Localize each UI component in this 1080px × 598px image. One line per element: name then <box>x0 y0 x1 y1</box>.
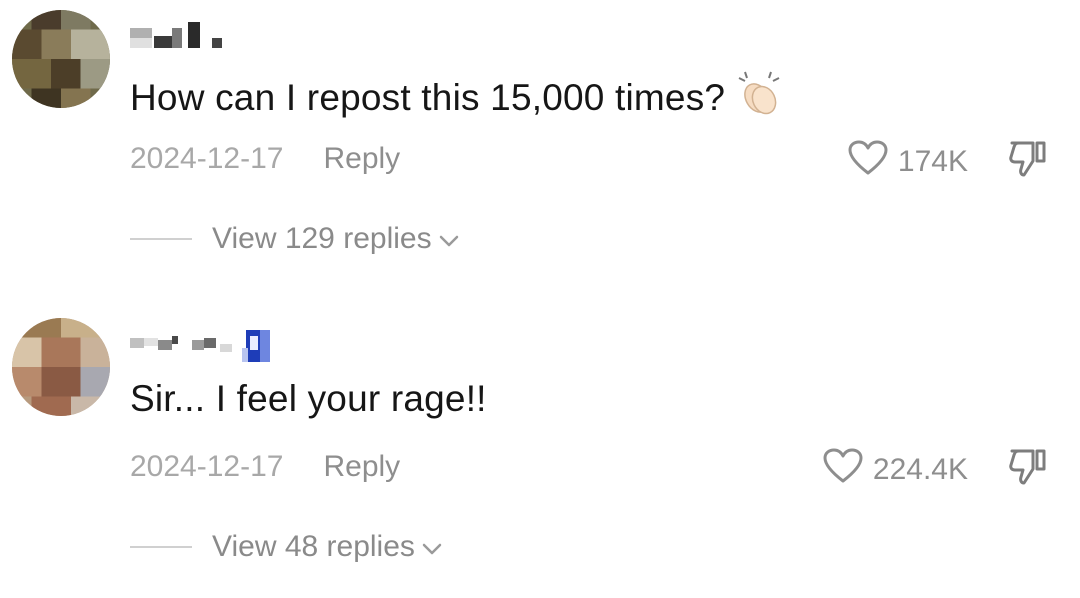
avatar[interactable] <box>12 10 110 108</box>
pixelated-username <box>130 330 270 362</box>
comment-meta: 2024-12-17 Reply <box>130 450 400 484</box>
view-replies-label: View 129 replies <box>212 222 432 255</box>
comment-meta: 2024-12-17 Reply <box>130 142 400 176</box>
pixelated-avatar-image <box>12 10 110 108</box>
avatar[interactable] <box>12 318 110 416</box>
like-button[interactable]: 224.4K <box>823 448 968 492</box>
view-replies-label: View 48 replies <box>212 530 415 563</box>
dislike-button[interactable] <box>1006 447 1050 492</box>
comment-item: Sir... I feel your rage!! 2024-12-17 Repl… <box>0 308 1080 598</box>
divider-line <box>130 546 192 548</box>
thumbs-down-icon <box>1006 141 1050 183</box>
chevron-down-icon <box>421 530 443 564</box>
heart-outline-icon <box>848 140 888 184</box>
view-replies-button[interactable]: View 48 replies <box>130 530 443 564</box>
comment-date: 2024-12-17 <box>130 142 284 175</box>
like-button[interactable]: 174K <box>848 140 968 184</box>
pixelated-avatar-image <box>12 318 110 416</box>
username-redacted[interactable] <box>130 322 290 362</box>
comment-text-content: Sir... I feel your rage!! <box>130 378 487 419</box>
comment-text: Sir... I feel your rage!! <box>130 378 487 420</box>
like-count: 224.4K <box>872 453 968 486</box>
comment-text-content: How can I repost this 15,000 times? <box>130 77 726 118</box>
comment-date: 2024-12-17 <box>130 450 284 483</box>
thumbs-down-icon <box>1006 449 1050 491</box>
like-count: 174K <box>897 145 968 178</box>
clapping-hands-icon <box>737 70 783 125</box>
reply-button[interactable]: Reply <box>323 142 400 175</box>
username-redacted[interactable] <box>130 14 230 54</box>
chevron-down-icon <box>438 222 460 256</box>
comment-text: How can I repost this 15,000 times? <box>130 70 783 125</box>
comment-item: How can I repost this 15,000 times? 2024… <box>0 0 1080 290</box>
heart-outline-icon <box>823 448 863 492</box>
pixelated-username <box>130 22 222 48</box>
view-replies-button[interactable]: View 129 replies <box>130 222 460 256</box>
reply-button[interactable]: Reply <box>323 450 400 483</box>
dislike-button[interactable] <box>1006 139 1050 184</box>
divider-line <box>130 238 192 240</box>
